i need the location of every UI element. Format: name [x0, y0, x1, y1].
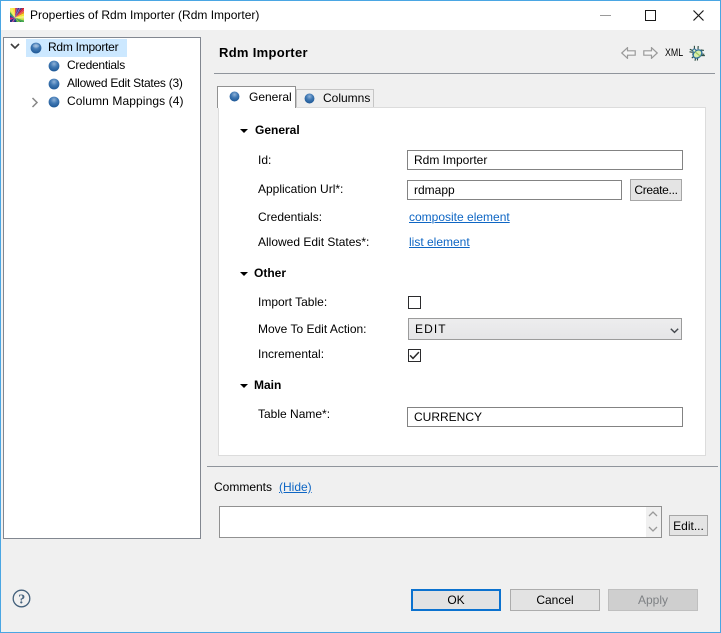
svg-text:?: ? [18, 593, 25, 608]
